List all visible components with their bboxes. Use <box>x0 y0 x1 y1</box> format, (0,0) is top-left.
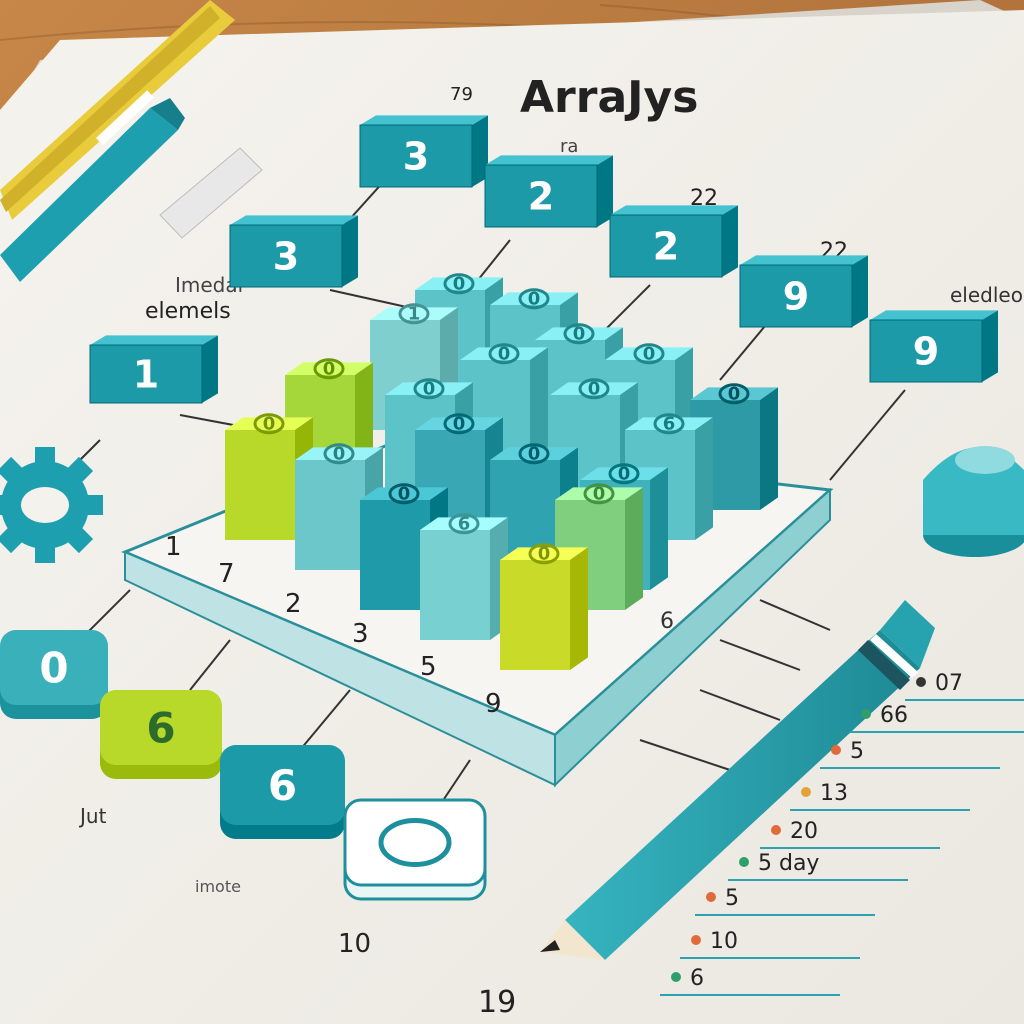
top-block-1: 2 <box>484 155 613 228</box>
grid-cell-label: 0 <box>643 344 656 365</box>
top-block-3-label: 2 <box>653 225 679 269</box>
top-block-2-label: 3 <box>273 235 299 279</box>
grid-cell-label: 0 <box>618 464 631 485</box>
top-block-5: 9 <box>739 255 868 328</box>
top-block-5-label: 9 <box>783 275 809 319</box>
bottom-puck-label: 0 <box>39 644 68 693</box>
list-dot-icon <box>916 677 926 687</box>
bottom-puck-label: 6 <box>268 761 297 810</box>
grid-cell-label: 0 <box>263 414 276 435</box>
list-dot-icon <box>691 935 701 945</box>
grid-cell-label: 6 <box>458 514 471 535</box>
side-list-text: 20 <box>790 819 818 844</box>
grid-cell-label: 0 <box>453 274 466 295</box>
grid-cell-label: 0 <box>453 414 466 435</box>
scribble-bottom: 19 <box>478 985 516 1020</box>
grid-cell-label: 0 <box>538 544 551 565</box>
top-block-0-label: 3 <box>403 135 429 179</box>
scribble-bottom-left-2: imote <box>195 877 241 896</box>
list-dot-icon <box>801 787 811 797</box>
axis-number: 3 <box>352 619 369 649</box>
scribble-top-left: 79 <box>450 84 473 105</box>
grid-cell-label: 1 <box>408 304 421 325</box>
tray-side-number: 6 <box>660 609 674 634</box>
top-block-1-label: 2 <box>528 175 554 219</box>
grid-cell-label: 0 <box>333 444 346 465</box>
scribble-right-label: eledleo <box>950 283 1023 307</box>
top-block-6-label: 9 <box>913 330 939 374</box>
bottom-puck-0: 0 <box>0 630 108 719</box>
axis-number: 7 <box>218 559 235 589</box>
top-block-2: 3 <box>229 215 358 288</box>
grid-cell-label: 0 <box>728 384 741 405</box>
grid-cell-label: 6 <box>663 414 676 435</box>
side-list-text: 5 <box>850 739 864 764</box>
side-list-text: 10 <box>710 929 738 954</box>
scribble-bottom-center: 10 <box>338 929 371 959</box>
axis-number: 9 <box>485 689 502 719</box>
bottom-puck-1: 6 <box>100 690 222 779</box>
page-title: ArraJys <box>520 72 698 123</box>
list-dot-icon <box>739 857 749 867</box>
grid-cell-label: 0 <box>398 484 411 505</box>
list-dot-icon <box>706 892 716 902</box>
side-list-text: 13 <box>820 781 848 806</box>
grid-cell-label: 0 <box>528 444 541 465</box>
grid-cell-label: 0 <box>498 344 511 365</box>
list-dot-icon <box>831 745 841 755</box>
top-block-4-label: 1 <box>133 353 159 397</box>
bottom-puck-3: 0 <box>343 798 487 901</box>
grid-cell-label: 0 <box>528 289 541 310</box>
list-dot-icon <box>671 972 681 982</box>
grid-cell-label: 0 <box>593 484 606 505</box>
side-list-text: 07 <box>935 671 963 696</box>
side-list-text: 66 <box>880 703 908 728</box>
list-dot-icon <box>771 825 781 835</box>
axis-number: 1 <box>165 532 182 562</box>
axis-number: 2 <box>285 589 302 619</box>
side-list-text: 6 <box>690 966 704 991</box>
axis-number: 5 <box>420 652 437 682</box>
bottom-puck-label: 0 <box>400 819 429 868</box>
grid-cell-label: 0 <box>423 379 436 400</box>
top-block-6: 9 <box>869 310 998 383</box>
scene: ArraJys 79 ra 22 22 Imedar elemels eledl… <box>0 0 1024 1024</box>
bottom-puck-2: 6 <box>220 745 345 839</box>
grid-cell-label: 0 <box>588 379 601 400</box>
grid-cell: 0 <box>500 543 588 670</box>
scribble-under-title: ra <box>560 136 578 157</box>
top-block-3: 2 <box>609 205 738 278</box>
side-list-text: 5 <box>725 886 739 911</box>
scribble-bottom-left: Jut <box>78 804 107 828</box>
top-block-4: 1 <box>89 335 218 404</box>
side-list-text: 5 day <box>758 851 819 876</box>
grid-cell-label: 0 <box>573 324 586 345</box>
grid-cell: 6 <box>420 513 508 640</box>
bottom-puck-label: 6 <box>146 704 175 753</box>
grid-cell-label: 0 <box>323 359 336 380</box>
list-dot-icon <box>861 709 871 719</box>
scribble-left-label-2: elemels <box>145 299 231 324</box>
top-block-0: 3 <box>359 115 488 188</box>
